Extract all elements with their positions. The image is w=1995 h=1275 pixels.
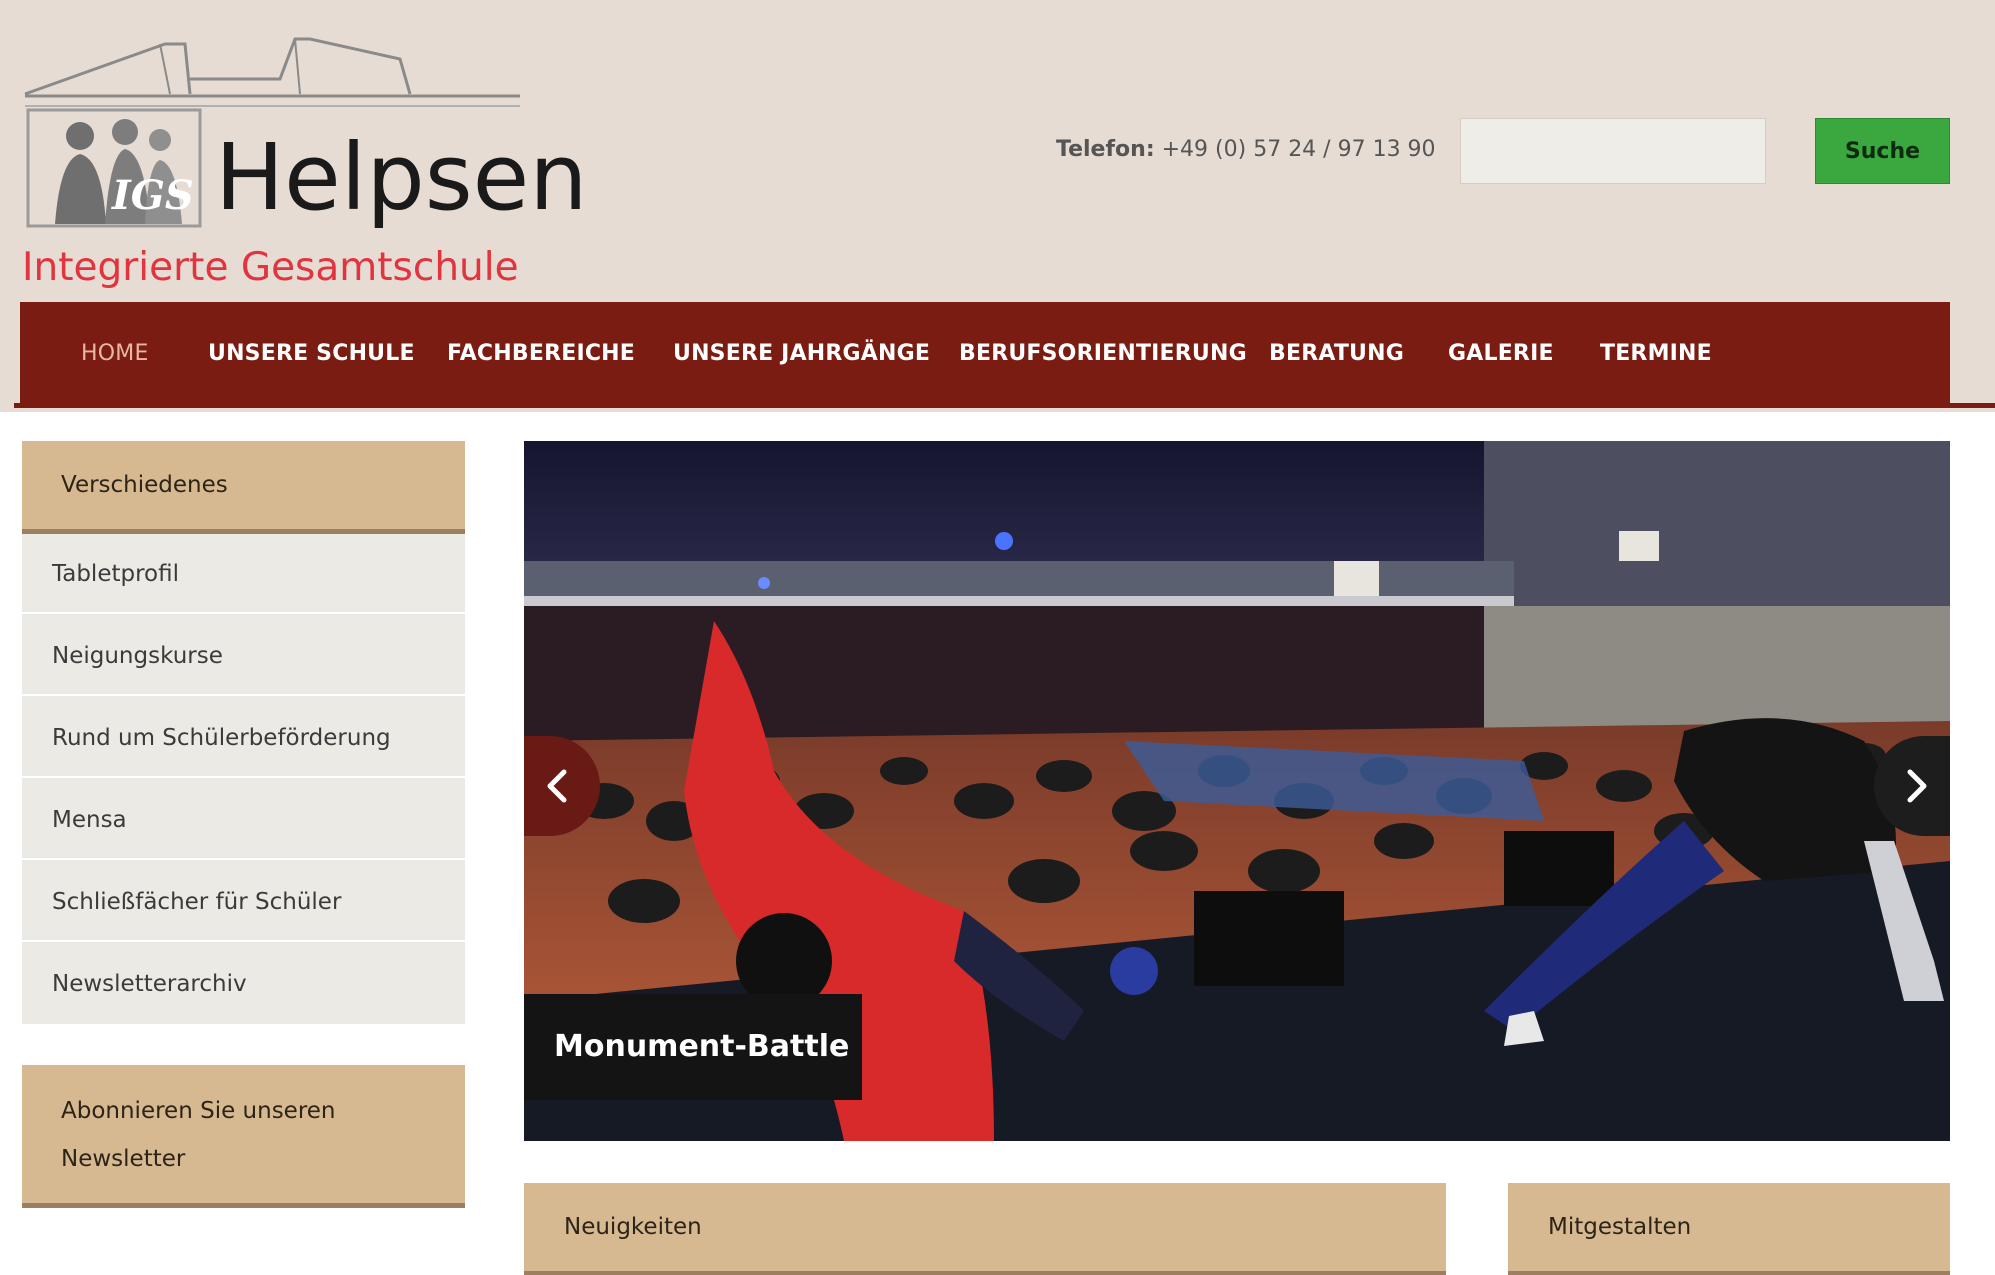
search-button[interactable]: Suche xyxy=(1815,118,1950,184)
sidebar-item-neigungskurse[interactable]: Neigungskurse xyxy=(22,616,465,696)
chevron-left-icon xyxy=(547,769,567,803)
news-heading: Neuigkeiten xyxy=(524,1183,1446,1275)
school-logo[interactable]: IGS Helpsen Integrierte Gesamtschule xyxy=(20,14,588,290)
sidebar-item-tabletprofil[interactable]: Tabletprofil xyxy=(22,534,465,614)
slider-prev-button[interactable] xyxy=(524,736,600,836)
contribute-heading: Mitgestalten xyxy=(1508,1183,1950,1275)
main-nav: HOME UNSERE SCHULE FACHBEREICHE UNSERE J… xyxy=(20,302,1950,406)
chevron-right-icon xyxy=(1907,769,1927,803)
nav-item-home[interactable]: HOME xyxy=(81,302,149,406)
phone-label: Telefon: xyxy=(1056,137,1155,162)
nav-item-unsere-jahrgaenge[interactable]: UNSERE JAHRGÄNGE xyxy=(673,302,930,406)
nav-divider xyxy=(14,403,1995,408)
logo-name: Helpsen xyxy=(215,124,588,231)
nav-item-fachbereiche[interactable]: FACHBEREICHE xyxy=(447,302,635,406)
logo-badge: IGS xyxy=(112,172,194,219)
logo-tagline: Integrierte Gesamtschule xyxy=(22,245,519,290)
search-input[interactable] xyxy=(1460,118,1766,184)
nav-item-unsere-schule[interactable]: UNSERE SCHULE xyxy=(208,302,415,406)
sidebar-item-newsletterarchiv[interactable]: Newsletterarchiv xyxy=(22,944,465,1024)
nav-item-beratung[interactable]: BERATUNG xyxy=(1269,302,1404,406)
sidebar-item-schliessfaecher[interactable]: Schließfächer für Schüler xyxy=(22,862,465,942)
newsletter-heading-line1: Abonnieren Sie unseren xyxy=(61,1098,336,1124)
phone-info: Telefon: +49 (0) 57 24 / 97 13 90 xyxy=(1056,137,1436,162)
sidebar-item-mensa[interactable]: Mensa xyxy=(22,780,465,860)
newsletter-heading-line2: Newsletter xyxy=(61,1146,186,1172)
sidebar-heading: Verschiedenes xyxy=(22,441,465,534)
newsletter-heading[interactable]: Abonnieren Sie unseren Newsletter xyxy=(22,1065,465,1208)
nav-item-galerie[interactable]: GALERIE xyxy=(1448,302,1554,406)
phone-number: +49 (0) 57 24 / 97 13 90 xyxy=(1161,137,1436,162)
slider-next-button[interactable] xyxy=(1874,736,1950,836)
sidebar-item-schuelerbefoerderung[interactable]: Rund um Schülerbeförderung xyxy=(22,698,465,778)
nav-item-berufsorientierung[interactable]: BERUFSORIENTIERUNG xyxy=(959,302,1247,406)
slide-caption[interactable]: Monument-Battle xyxy=(524,994,862,1100)
nav-item-termine[interactable]: TERMINE xyxy=(1600,302,1712,406)
sidebar-list: Tabletprofil Neigungskurse Rund um Schül… xyxy=(22,534,465,1024)
